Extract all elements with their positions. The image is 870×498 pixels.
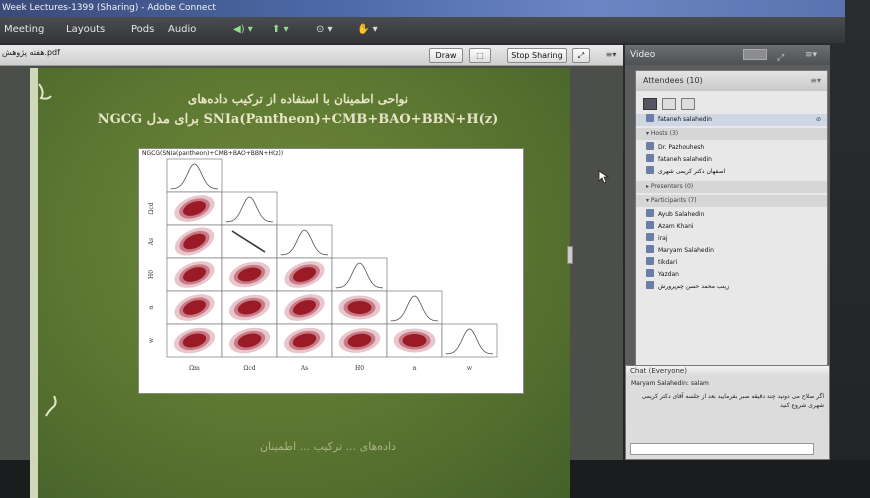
chat-pod: Chat (Everyone) Maryam Salahedin: salam …	[625, 365, 830, 460]
x-axis-label: w	[467, 365, 473, 372]
video-layout-icon[interactable]	[743, 49, 767, 60]
contour-1sigma	[402, 334, 427, 347]
attendees-title: Attendees	[643, 76, 684, 85]
host-icon	[646, 154, 654, 162]
attendee-row[interactable]: fataneh salahedin	[636, 154, 827, 166]
presenters-group-header[interactable]: ▸ Presenters (0)	[636, 181, 827, 193]
y-axis-label: Ωcd	[148, 202, 155, 214]
video-fullscreen-icon[interactable]: ⤢	[777, 48, 784, 68]
webcam-icon[interactable]: ⊙ ▾	[316, 17, 333, 43]
attendees-menu-icon[interactable]: ≡▾	[810, 71, 821, 91]
video-pod-header: Video ⤢ ≡▾	[625, 45, 830, 65]
chat-message: Maryam Salahedin: salam	[631, 380, 709, 387]
pod-menu-icon[interactable]: ≡▾	[603, 48, 619, 63]
attendee-row[interactable]: اصفهان دکتر کریمی شهری	[636, 166, 827, 178]
y-axis-label: α	[148, 305, 155, 309]
next-slide-text: داده‌های ... ترکیب ... اطمینان	[259, 440, 397, 453]
pointer-tool-icon[interactable]: ⬚	[469, 48, 491, 63]
speaker-icon[interactable]: ◀) ▾	[233, 17, 253, 43]
attendee-row[interactable]: tikdari	[636, 257, 827, 269]
stop-sharing-button[interactable]: Stop Sharing	[507, 48, 567, 63]
chat-header: Chat (Everyone)	[626, 366, 829, 377]
screen: Week Lectures-1399 (Sharing) - Adobe Con…	[0, 0, 870, 498]
shared-file-title: هفته پژوهش.pdf	[2, 48, 60, 57]
grid-view-icon[interactable]	[662, 98, 677, 110]
y-axis-label: As	[148, 238, 155, 246]
slide-decor-swirl	[38, 83, 52, 100]
participants-group-header[interactable]: ▾ Participants (7)	[636, 195, 827, 207]
user-status-icon	[646, 114, 654, 122]
draw-button[interactable]: Draw	[429, 48, 463, 63]
participant-icon	[646, 269, 654, 277]
right-panel: Video ⤢ ≡▾ Attendees (10) ≡▾ fataneh sal…	[625, 45, 830, 460]
x-axis-label: H0	[355, 365, 364, 372]
menu-bar: Meeting Layouts Pods Audio ◀) ▾ ⬆ ▾ ⊙ ▾ …	[0, 17, 845, 43]
host-icon	[646, 142, 654, 150]
participant-icon	[646, 281, 654, 289]
chat-scope: (Everyone)	[648, 367, 687, 375]
attendee-view-toolbar	[643, 95, 696, 110]
menu-meeting[interactable]: Meeting	[4, 17, 44, 43]
list-view-icon[interactable]	[643, 98, 657, 110]
slide-title-line1: نواحی اطمینان با استفاده از ترکیب داده‌ه…	[187, 92, 409, 106]
attendee-row[interactable]: Ayub Salahedin	[636, 209, 827, 221]
video-menu-icon[interactable]: ≡▾	[805, 45, 817, 65]
status-menu-icon[interactable]: ⊘	[816, 114, 821, 126]
share-content-area: نواحی اطمینان با استفاده از ترکیب داده‌ه…	[0, 66, 623, 498]
corner-plot-figure: NGCG(SNIa(pantheon)+CMB+BAO+BBN+H(z)) Ωm…	[138, 148, 524, 394]
participant-icon	[646, 233, 654, 241]
chat-input[interactable]	[630, 443, 814, 455]
participant-icon	[646, 245, 654, 253]
participant-icon	[646, 257, 654, 265]
attendee-row[interactable]: Azam Khani	[636, 221, 827, 233]
chat-message: اگر صلاح می دونید چند دقیقه صبر بفرمایید…	[641, 393, 824, 409]
participant-icon	[646, 221, 654, 229]
menu-audio[interactable]: Audio	[168, 17, 196, 43]
presentation-slide: نواحی اطمینان با استفاده از ترکیب داده‌ه…	[30, 68, 570, 498]
share-pod-toolbar: هفته پژوهش.pdf Draw ⬚ Stop Sharing ⤢ ≡▾	[0, 45, 623, 66]
x-axis-label: Ωm	[189, 365, 200, 372]
raise-hand-icon[interactable]: ✋ ▾	[357, 17, 378, 43]
attendees-pod: Attendees (10) ≡▾ fataneh salahedin ⊘ ▾ …	[635, 70, 828, 372]
hosts-group-header[interactable]: ▾ Hosts (3)	[636, 128, 827, 140]
attendees-count: (10)	[686, 76, 703, 85]
contour-1sigma	[347, 301, 372, 314]
y-axis-label: w	[148, 337, 155, 343]
window-title: Week Lectures-1399 (Sharing) - Adobe Con…	[0, 0, 845, 17]
attendee-row[interactable]: Yazdan	[636, 269, 827, 281]
video-pod-title: Video	[630, 50, 656, 60]
current-user-row[interactable]: fataneh salahedin ⊘	[636, 114, 827, 126]
mouse-cursor-icon	[598, 170, 610, 184]
y-axis-label: H0	[148, 270, 155, 279]
x-axis-label: As	[300, 365, 308, 372]
attendee-row[interactable]: iraj	[636, 233, 827, 245]
menu-pods[interactable]: Pods	[131, 17, 154, 43]
attendees-header: Attendees (10) ≡▾	[636, 71, 827, 91]
participant-icon	[646, 209, 654, 217]
attendee-row[interactable]: Maryam Salahedin	[636, 245, 827, 257]
panel-collapse-handle[interactable]	[567, 246, 573, 264]
slide-title-line2: NGCG برای مدل SNIa(Pantheon)+CMB+BAO+BBN…	[97, 112, 499, 127]
chat-title: Chat	[630, 367, 647, 375]
microphone-icon[interactable]: ⬆ ▾	[272, 17, 289, 43]
x-axis-label: α	[412, 365, 416, 372]
corner-plot: Ωm Ωcd As H0 α w Ωcd As H0 α w	[148, 158, 498, 372]
slide-decor-swirl-bottom	[45, 395, 57, 417]
x-axis-label: Ωcd	[243, 365, 255, 372]
sort-view-icon[interactable]	[681, 98, 696, 110]
host-icon	[646, 166, 654, 174]
attendee-row[interactable]: Dr. Pazhouhesh	[636, 142, 827, 154]
menu-layouts[interactable]: Layouts	[66, 17, 105, 43]
attendee-row[interactable]: زینب محمد حسن چم‌پرورش	[636, 281, 827, 293]
fullscreen-icon[interactable]: ⤢	[572, 48, 590, 63]
